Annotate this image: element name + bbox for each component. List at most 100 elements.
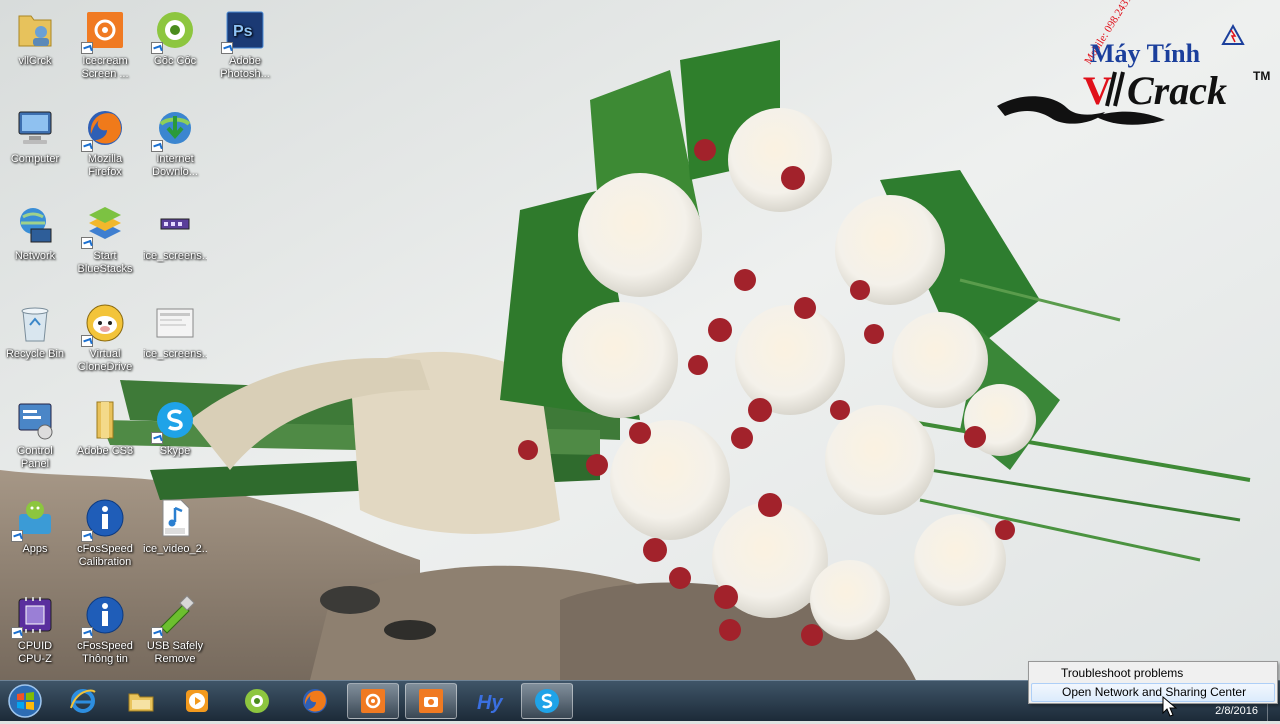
usb-icon xyxy=(151,593,197,639)
taskbar-hy-app[interactable]: Hy xyxy=(463,683,515,719)
control-panel-icon xyxy=(13,398,57,442)
desktop-icon-adobe-photoshop[interactable]: Ps Adobe Photosh... xyxy=(213,4,277,94)
desktop-icon-label: ice_screens... xyxy=(143,348,207,360)
info-icon xyxy=(81,496,127,542)
desktop-icon-label: USB Safely Remove xyxy=(146,640,204,665)
tray-date[interactable]: 2/8/2016 xyxy=(1215,705,1258,717)
desktop-icon-label: ice_screens... xyxy=(143,250,207,262)
skype-icon xyxy=(151,398,197,444)
coc-coc-browser-icon xyxy=(151,8,197,54)
desktop-icon-label: ice_video_2... xyxy=(143,543,207,555)
taskbar-firefox[interactable] xyxy=(289,683,341,719)
desktop-icon-label: Start BlueStacks xyxy=(77,250,133,275)
desktop-icon-firefox[interactable]: Mozilla Firefox xyxy=(73,102,137,192)
watermark-brand-top: Máy Tính xyxy=(1090,39,1201,68)
mouse-cursor-icon xyxy=(1162,696,1178,717)
menu-item-open-network-sharing-center[interactable]: Open Network and Sharing Center xyxy=(1031,683,1275,702)
watermark-tm: TM xyxy=(1253,69,1270,83)
svg-text:Ps: Ps xyxy=(233,23,253,40)
watermark-brand-v: V xyxy=(1083,68,1112,113)
desktop-icon-label: Icecream Screen ... xyxy=(81,55,129,80)
shortcut-arrow-icon xyxy=(81,335,93,347)
image-file-icon xyxy=(153,203,197,247)
firefox-icon xyxy=(81,106,127,152)
desktop-icon-label: vllCrck xyxy=(18,55,52,67)
computer-icon xyxy=(13,106,57,150)
desktop-icon-control-panel[interactable]: Control Panel xyxy=(3,394,67,484)
taskbar-media-player[interactable] xyxy=(171,683,223,719)
desktop-icon-label: Computer xyxy=(10,153,60,165)
svg-text:Hy: Hy xyxy=(477,692,503,714)
desktop-icon-label: cFosSpeed Thông tin xyxy=(77,640,133,665)
taskbar-internet-explorer[interactable] xyxy=(57,683,109,719)
desktop-icon-icecream-screen[interactable]: Icecream Screen ... xyxy=(73,4,137,94)
watermark-logo: Mobile: 098.2431500 Máy Tính V Crack TM xyxy=(997,0,1270,125)
apps-icon xyxy=(11,496,57,542)
shortcut-arrow-icon xyxy=(151,432,163,444)
desktop-icon-label: Mozilla Firefox xyxy=(87,153,123,178)
desktop-icon-network[interactable]: Network xyxy=(3,199,67,289)
desktop-icon-ice-screens-2[interactable]: ice_screens... xyxy=(143,297,207,387)
desktop-icon-skype[interactable]: Skype xyxy=(143,394,207,484)
desktop-icon-ice-video[interactable]: ice_video_2... xyxy=(143,492,207,582)
desktop-icon-virtual-clonedrive[interactable]: Virtual CloneDrive xyxy=(73,297,137,387)
folder-icon xyxy=(83,398,127,442)
desktop-icon-cfosspeed-calibration[interactable]: cFosSpeed Calibration xyxy=(73,492,137,582)
skype-icon xyxy=(535,689,559,713)
icecream-screenshot-icon xyxy=(419,689,443,713)
taskbar-file-explorer[interactable] xyxy=(115,683,167,719)
taskbar-skype[interactable] xyxy=(521,683,573,719)
info-icon xyxy=(81,593,127,639)
desktop-icon-label: Adobe Photosh... xyxy=(220,55,270,80)
shortcut-arrow-icon xyxy=(81,627,93,639)
shortcut-arrow-icon xyxy=(81,140,93,152)
user-folder-icon xyxy=(13,8,57,52)
photoshop-icon: Ps xyxy=(221,8,267,54)
firefox-icon xyxy=(303,689,327,713)
desktop-icon-label: Recycle Bin xyxy=(5,348,65,360)
desktop-icon-adobe-cs3[interactable]: Adobe CS3 xyxy=(73,394,137,484)
desktop-icon-bluestacks[interactable]: Start BlueStacks xyxy=(73,199,137,289)
menu-item-troubleshoot-problems[interactable]: Troubleshoot problems xyxy=(1031,664,1275,683)
desktop-icon-cfosspeed-thong-tin[interactable]: cFosSpeed Thông tin xyxy=(73,589,137,679)
file-explorer-icon xyxy=(128,693,154,712)
cpu-z-icon xyxy=(11,593,57,639)
desktop-icon-label: CPUID CPU-Z xyxy=(17,640,53,665)
desktop-icon-label: Network xyxy=(14,250,56,262)
shortcut-arrow-icon xyxy=(11,627,23,639)
desktop-icon-label: Virtual CloneDrive xyxy=(77,348,133,373)
icecream-screen-recorder-icon xyxy=(81,8,127,54)
desktop-icon-usb-safely-remove[interactable]: USB Safely Remove xyxy=(143,589,207,679)
desktop-icon-ice-screens-1[interactable]: ice_screens... xyxy=(143,199,207,289)
start-button[interactable] xyxy=(4,683,46,719)
taskbar-coc-coc[interactable] xyxy=(231,683,283,719)
desktop-icon-label: cFosSpeed Calibration xyxy=(77,543,133,568)
desktop-icon-coc-coc[interactable]: Cốc Cốc xyxy=(143,4,207,94)
network-context-menu: Troubleshoot problems Open Network and S… xyxy=(1028,661,1278,704)
desktop-icon-vllcrck[interactable]: vllCrck xyxy=(3,4,67,94)
desktop-icon-recycle-bin[interactable]: Recycle Bin xyxy=(3,297,67,387)
desktop-icon-apps[interactable]: Apps xyxy=(3,492,67,582)
shortcut-arrow-icon xyxy=(81,42,93,54)
desktop-icon-label: Cốc Cốc xyxy=(153,55,197,67)
shortcut-arrow-icon xyxy=(151,627,163,639)
taskbar-icecream-screenshot[interactable] xyxy=(405,683,457,719)
internet-download-manager-icon xyxy=(151,106,197,152)
shortcut-arrow-icon xyxy=(81,237,93,249)
network-icon xyxy=(13,203,57,247)
desktop-icon-cpuz[interactable]: CPUID CPU-Z xyxy=(3,589,67,679)
desktop-icon-computer[interactable]: Computer xyxy=(3,102,67,192)
shortcut-arrow-icon xyxy=(81,530,93,542)
shortcut-arrow-icon xyxy=(221,42,233,54)
desktop-icon-label: Internet Downlo... xyxy=(152,153,198,178)
desktop-icon-internet-download[interactable]: Internet Downlo... xyxy=(143,102,207,192)
icecream-screen-recorder-icon xyxy=(361,689,385,713)
hy-app-icon: Hy xyxy=(477,692,503,714)
taskbar-icecream-screen-recorder[interactable] xyxy=(347,683,399,719)
desktop-icon-label: Adobe CS3 xyxy=(76,445,134,457)
virtual-clonedrive-icon xyxy=(81,301,127,347)
m4a-file-icon xyxy=(153,496,197,540)
shortcut-arrow-icon xyxy=(151,140,163,152)
recycle-bin-icon xyxy=(13,301,57,345)
watermark-brand-crack: Crack xyxy=(1127,68,1227,113)
